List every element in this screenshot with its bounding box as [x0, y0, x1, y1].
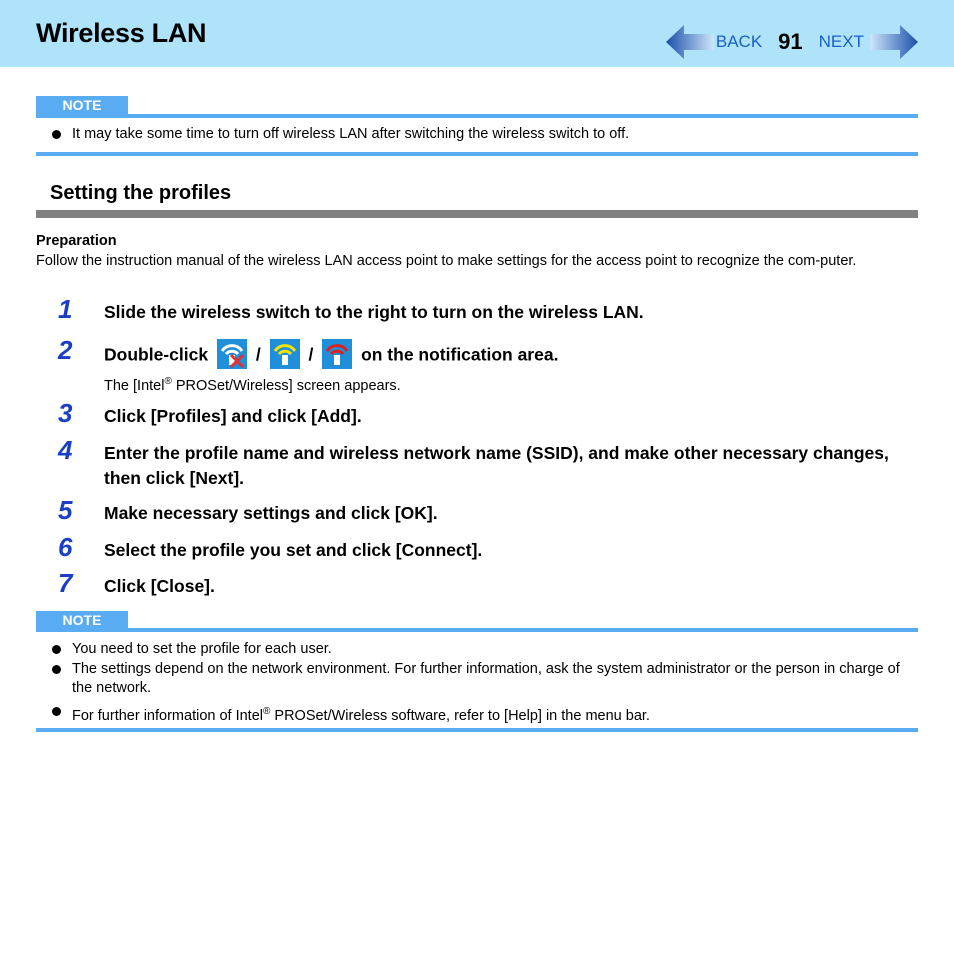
bullet-icon: [52, 645, 61, 654]
step-text: Click [Close].: [104, 576, 215, 596]
step-number: 2: [58, 335, 73, 365]
step-number: 5: [58, 495, 73, 525]
note-bottom-divider: [36, 728, 918, 732]
step-text: Double-click / / on the notification are…: [104, 339, 894, 371]
step-number: 3: [58, 398, 73, 428]
step-text: Enter the profile name and wireless netw…: [104, 443, 889, 488]
note-item: It may take some time to turn off wirele…: [52, 125, 914, 144]
page-navigation: BACK 91 NEXT: [665, 22, 918, 62]
step-number: 1: [58, 294, 73, 324]
step-text: Slide the wireless switch to the right t…: [104, 302, 644, 322]
wireless-red-icon: [322, 339, 353, 369]
note-item: The settings depend on the network envir…: [52, 660, 914, 698]
bullet-icon: [52, 130, 61, 139]
bullet-icon: [52, 665, 61, 674]
step-text: Select the profile you set and click [Co…: [104, 540, 483, 560]
section-divider: [36, 210, 918, 218]
preparation-heading: Preparation: [36, 233, 117, 249]
back-link[interactable]: BACK: [716, 32, 762, 52]
next-link[interactable]: NEXT: [819, 32, 864, 52]
page-header: Wireless LAN BACK 91 NEXT: [0, 0, 954, 67]
page-title: Wireless LAN: [36, 18, 207, 48]
note-item: You need to set the profile for each use…: [52, 640, 914, 659]
step-text: Click [Profiles] and click [Add].: [104, 406, 362, 426]
page-number: 91: [778, 29, 803, 54]
section-title: Setting the profiles: [50, 182, 232, 204]
step-text: Make necessary settings and click [OK].: [104, 503, 438, 523]
note-top-divider: [36, 114, 918, 118]
note-top-divider: [36, 628, 918, 632]
next-arrow-icon[interactable]: [870, 25, 918, 59]
step-2-result: The [Intel® PROSet/Wireless] screen appe…: [104, 376, 401, 394]
bullet-icon: [52, 707, 61, 716]
step-number: 4: [58, 435, 73, 465]
step-number: 7: [58, 568, 73, 598]
note-item: For further information of Intel® PROSet…: [52, 702, 914, 726]
wireless-yellow-icon: [269, 339, 300, 369]
wireless-off-icon: [216, 339, 247, 369]
note-bottom-divider: [36, 152, 918, 156]
back-arrow-icon[interactable]: [665, 25, 714, 59]
note-label: NOTE: [36, 96, 128, 115]
step-number: 6: [58, 532, 73, 562]
preparation-text: Follow the instruction manual of the wir…: [36, 253, 857, 269]
